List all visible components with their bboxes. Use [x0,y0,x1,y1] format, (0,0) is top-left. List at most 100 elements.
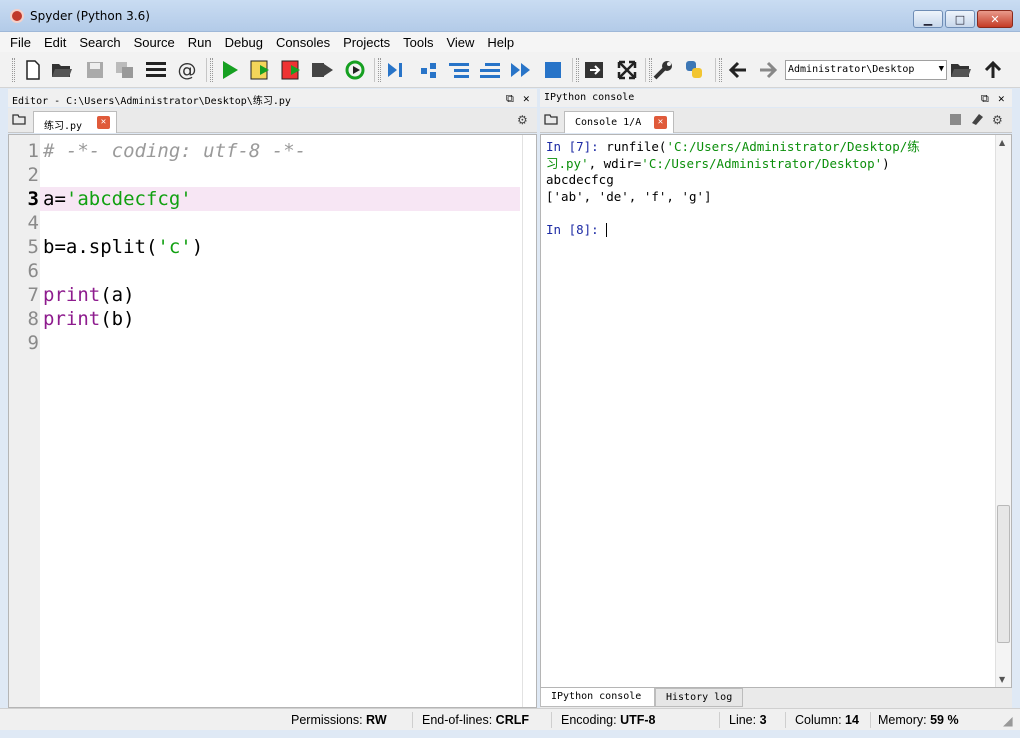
line-number: 1 [27,140,39,162]
minimize-button[interactable]: ▁ [913,10,943,28]
working-directory-combo[interactable]: Administrator\Desktop ▼ [785,60,947,80]
menu-file[interactable]: File [10,35,31,50]
maximize-button[interactable]: □ [945,10,975,28]
continue-icon[interactable] [510,59,532,81]
eraser-icon[interactable] [970,112,984,128]
ipython-console[interactable]: In [7]: runfile('C:/Users/Administrator/… [540,134,1012,688]
at-icon[interactable]: @ [176,59,198,81]
code-editor[interactable]: 1 2 3 4 5 6 7 8 9 # -*- coding: utf-8 -*… [8,134,537,708]
tab-editor-file[interactable]: 练习.py ✕ [33,111,117,133]
console-scrollbar[interactable]: ▲ ▼ [995,135,1011,687]
python-path-icon[interactable] [683,59,705,81]
edge-line [522,135,523,707]
code-line: print(a) [43,283,135,307]
back-icon[interactable] [727,59,749,81]
menu-source[interactable]: Source [134,35,175,50]
scroll-down-icon[interactable]: ▼ [999,675,1005,684]
debug-icon[interactable] [385,59,407,81]
status-line: Line: 3 [729,713,767,727]
working-directory-value: Administrator\Desktop [788,64,915,75]
close-pane-icon[interactable]: ✕ [523,92,530,105]
run-cell-advance-icon[interactable] [281,59,303,81]
status-column: Column: 14 [795,713,859,727]
code-token: # -*- coding: utf-8 -*- [43,140,307,162]
status-memory: Memory: 59 % [878,713,959,727]
code-line: b=a.split('c') [43,235,203,259]
chevron-down-icon[interactable]: ▼ [939,64,944,74]
console-line: abcdecfcg [546,172,614,188]
step-into-icon[interactable] [448,59,470,81]
maximize-pane-icon[interactable] [584,59,606,81]
fullscreen-icon[interactable] [616,59,638,81]
close-tab-icon[interactable]: ✕ [654,116,667,129]
code-token: a= [43,188,66,210]
browse-folder-icon[interactable] [950,59,972,81]
new-file-icon[interactable] [22,59,44,81]
menu-tools[interactable]: Tools [403,35,433,50]
open-file-icon[interactable] [51,59,73,81]
rerun-icon[interactable] [344,59,366,81]
menu-projects[interactable]: Projects [343,35,390,50]
run-selection-icon[interactable] [311,59,333,81]
menu-edit[interactable]: Edit [44,35,66,50]
undock-icon[interactable]: ⧉ [506,92,514,106]
code-token: b=a.split( [43,236,158,258]
step-icon[interactable] [418,59,440,81]
save-all-icon[interactable] [114,59,136,81]
run-icon[interactable] [219,59,241,81]
stop-debug-icon[interactable] [542,59,564,81]
scroll-up-icon[interactable]: ▲ [999,138,1005,147]
parent-dir-icon[interactable] [982,59,1004,81]
preferences-icon[interactable] [652,59,674,81]
outline-icon[interactable] [145,59,167,81]
save-icon[interactable] [84,59,106,81]
code-token: 'abcdecfcg' [65,188,192,210]
line-number: 5 [27,236,39,258]
gear-icon[interactable]: ⚙ [517,113,528,127]
line-number-current: 3 [27,188,39,210]
line-number: 4 [27,212,39,234]
console-line: ['ab', 'de', 'f', 'g'] [546,189,712,205]
tab-history-log[interactable]: History log [655,688,743,707]
console-bottom-tabs: IPython console History log [540,688,1012,708]
browse-tabs-icon[interactable] [12,113,26,128]
gear-icon[interactable]: ⚙ [992,113,1003,127]
close-pane-icon[interactable]: ✕ [998,92,1005,105]
tab-console[interactable]: Console 1/A ✕ [564,111,674,133]
close-tab-icon[interactable]: ✕ [97,116,110,129]
browse-tabs-icon[interactable] [544,113,558,128]
menu-search[interactable]: Search [79,35,120,50]
console-token: ]: [583,221,607,237]
menu-consoles[interactable]: Consoles [276,35,330,50]
toolbar-grip[interactable] [12,58,15,82]
menu-run[interactable]: Run [188,35,212,50]
console-pane-title-text: IPython console [544,92,635,103]
menu-help[interactable]: Help [487,35,514,50]
menu-debug[interactable]: Debug [225,35,263,50]
close-window-button[interactable]: ✕ [977,10,1013,28]
menu-bar: File Edit Search Source Run Debug Consol… [0,32,1020,52]
status-eol: End-of-lines: CRLF [422,713,529,727]
editor-pane-title: Editor - C:\Users\Administrator\Desktop\… [8,89,537,107]
menu-view[interactable]: View [446,35,474,50]
forward-icon[interactable] [757,59,779,81]
code-line: # -*- coding: utf-8 -*- [43,139,306,163]
line-number: 8 [27,308,39,330]
undock-icon[interactable]: ⧉ [981,92,989,106]
line-number: 7 [27,284,39,306]
editor-tab-label: 练习.py [44,121,83,132]
console-line: 习.py', wdir='C:/Users/Administrator/Desk… [546,156,890,172]
tab-ipython-console[interactable]: IPython console [540,688,655,707]
resize-grip-icon[interactable]: ◢ [1003,713,1013,728]
stop-icon[interactable] [950,114,961,128]
console-tab-bar: Console 1/A ✕ ⚙ [540,108,1012,133]
console-token: 'C:/Users/Administrator/Desktop' [641,155,883,171]
status-permissions: Permissions: RW [291,713,387,727]
run-cell-icon[interactable] [250,59,272,81]
code-token: (a) [100,284,135,306]
window-title: Spyder (Python 3.6) [30,9,150,23]
step-return-icon[interactable] [479,59,501,81]
editor-pane-title-text: Editor - C:\Users\Administrator\Desktop\… [12,96,291,107]
scrollbar-thumb[interactable] [997,505,1010,643]
console-tab-label: Console 1/A [575,117,642,128]
